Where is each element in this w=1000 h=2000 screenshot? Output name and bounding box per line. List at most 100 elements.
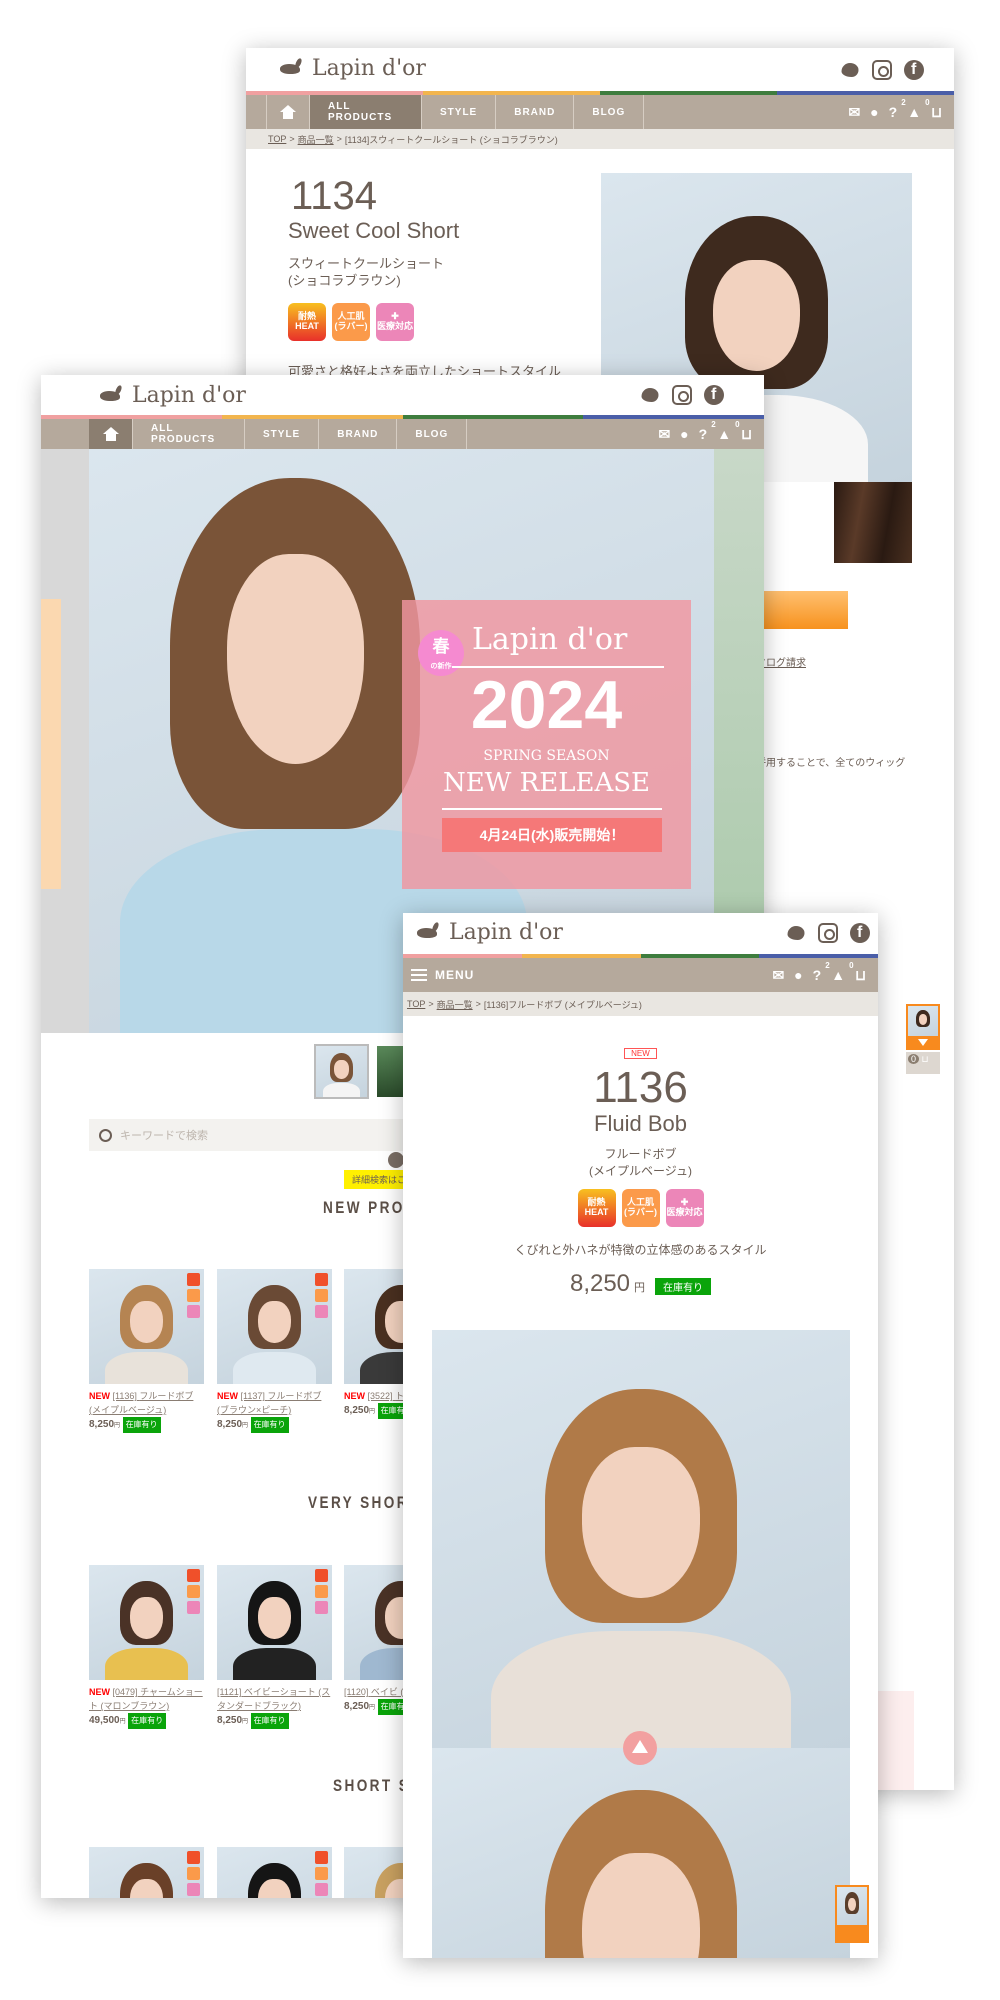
heat-badge-icon — [315, 1851, 328, 1864]
nav-all-products[interactable]: ALL PRODUCTS — [133, 419, 245, 449]
new-label: NEW — [344, 1391, 365, 1401]
search-icon — [99, 1128, 112, 1142]
brand-logo[interactable]: Lapin d'or — [96, 383, 246, 408]
spring-release-box: 春の新作 Lapin d'or 2024 SPRING SEASON NEW R… — [402, 600, 691, 889]
twitter-icon[interactable] — [841, 63, 859, 77]
banner-release-date: 4月24日(水)販売開始！ — [442, 818, 662, 852]
nav-blog[interactable]: BLOG — [574, 95, 645, 129]
user-icon[interactable]: ● — [680, 426, 688, 442]
nav-home[interactable] — [266, 95, 310, 129]
breadcrumb-current: [1134]スウィートクールショート (ショコラブラウン) — [344, 134, 558, 145]
product-body-text: を併用することで、全てのウィッグ — [746, 758, 906, 769]
breadcrumb-top[interactable]: TOP — [268, 134, 286, 144]
arrow-up-icon — [632, 1740, 648, 1753]
product-card[interactable]: [1121] ベイビーショート (スタンダードブラック) 8,250円 在庫有り — [217, 1565, 332, 1729]
help-icon[interactable]: ? — [889, 104, 898, 120]
contact-icon[interactable]: ✉ — [658, 426, 670, 443]
product-second-image[interactable] — [432, 1748, 850, 1958]
bell-icon[interactable]: 2 ▲ — [901, 98, 921, 120]
price-unit: 円 — [242, 1719, 249, 1725]
product-color-jp: (ショコラブラウン) — [288, 273, 401, 288]
product-thumb-hair-texture[interactable] — [834, 482, 912, 563]
new-label: NEW — [217, 1391, 238, 1401]
product-image[interactable] — [217, 1269, 332, 1384]
breadcrumb-top[interactable]: TOP — [407, 999, 425, 1009]
advanced-search-toggle[interactable] — [388, 1152, 404, 1168]
banner-season: SPRING SEASON — [483, 748, 610, 764]
medical-badge-icon — [187, 1883, 200, 1896]
new-label: NEW — [89, 1391, 110, 1401]
menu-button[interactable]: MENU — [403, 958, 492, 992]
hamburger-icon — [411, 969, 427, 981]
cart-icon[interactable]: 0 ⊔ — [735, 420, 752, 443]
product-image[interactable] — [89, 1269, 204, 1384]
skin-badge-icon — [315, 1289, 328, 1302]
twitter-icon[interactable] — [787, 926, 805, 940]
product-card[interactable] — [89, 1847, 204, 1898]
twitter-icon[interactable] — [641, 388, 659, 402]
product-page-1136: Lapin d'or MENU ✉ ● ? 2▲ 0⊔ TOP> 商品一覧> [… — [403, 913, 878, 1958]
contact-icon[interactable]: ✉ — [772, 967, 784, 984]
medical-badge-icon — [315, 1883, 328, 1896]
artificial-skin-badge: 人工肌 (ラバー) — [621, 1189, 660, 1227]
stock-badge: 在庫有り — [122, 1417, 161, 1433]
breadcrumb-current: [1136]フルードボブ (メイプルベージュ) — [483, 999, 642, 1010]
product-card[interactable]: NEW [1136] フルードボブ(メイプルベージュ) 8,250円 在庫有り — [89, 1269, 204, 1433]
breadcrumb-products[interactable]: 商品一覧 — [298, 133, 334, 146]
product-link[interactable]: [1121] ベイビーショート (スタンダードブラック) — [217, 1687, 330, 1711]
nav-blog[interactable]: BLOG — [397, 419, 468, 449]
scroll-to-top-button[interactable] — [623, 1731, 657, 1765]
contact-icon[interactable]: ✉ — [848, 104, 860, 121]
heat-badge-icon — [187, 1569, 200, 1582]
heat-resistant-badge: 耐熱 HEAT — [577, 1189, 616, 1227]
price-unit: 円 — [369, 1409, 376, 1415]
instagram-icon[interactable] — [672, 385, 692, 405]
nav-style[interactable]: STYLE — [245, 419, 320, 449]
product-card[interactable]: NEW [1137] フルードボブ(ブラウン×ピーチ) 8,250円 在庫有り — [217, 1269, 332, 1433]
cart-icon[interactable]: 0 ⊔ — [925, 98, 942, 121]
facebook-icon[interactable] — [904, 60, 924, 80]
facebook-icon[interactable] — [850, 923, 870, 943]
skin-badge-icon — [187, 1867, 200, 1880]
product-image[interactable] — [217, 1565, 332, 1680]
product-image[interactable] — [217, 1847, 332, 1898]
nav-brand[interactable]: BRAND — [496, 95, 575, 129]
user-icon[interactable]: ● — [870, 104, 878, 120]
skin-badge-icon — [315, 1867, 328, 1880]
nav-brand[interactable]: BRAND — [319, 419, 398, 449]
stock-badge: 在庫有り — [128, 1713, 167, 1729]
nav-home[interactable] — [89, 419, 133, 449]
new-label: NEW — [89, 1687, 110, 1697]
medical-badge-icon — [187, 1601, 200, 1614]
floating-cart[interactable]: 0 ⊔ — [906, 1052, 940, 1074]
brand-logo[interactable]: Lapin d'or — [413, 920, 563, 945]
product-image[interactable] — [89, 1847, 204, 1898]
bell-icon[interactable]: 2 ▲ — [711, 420, 731, 442]
medical-badge-icon — [315, 1305, 328, 1318]
user-icon[interactable]: ● — [794, 967, 802, 983]
home-icon — [280, 105, 296, 119]
instagram-icon[interactable] — [872, 60, 892, 80]
help-icon[interactable]: ? — [699, 426, 708, 442]
main-nav: ALL PRODUCTS STYLE BRAND BLOG ✉ ● ? 2 ▲ 0… — [41, 419, 764, 449]
skin-badge-icon — [187, 1289, 200, 1302]
banner-year: 2024 — [470, 667, 623, 743]
product-image[interactable] — [89, 1565, 204, 1680]
cart-icon[interactable]: 0 ⊔ — [849, 961, 866, 984]
bell-icon[interactable]: 2 ▲ — [825, 961, 845, 983]
instagram-icon[interactable] — [818, 923, 838, 943]
nav-style[interactable]: STYLE — [422, 95, 497, 129]
breadcrumb-products[interactable]: 商品一覧 — [437, 998, 473, 1011]
product-card[interactable]: NEW [0479] チャームショート (マロンブラウン) 49,500円 在庫… — [89, 1565, 204, 1729]
brand-logo[interactable]: Lapin d'or — [276, 56, 426, 81]
recently-viewed-widget[interactable] — [906, 1004, 940, 1050]
nav-all-products[interactable]: ALL PRODUCTS — [310, 95, 422, 129]
banner-thumb-1[interactable] — [314, 1044, 369, 1099]
help-icon[interactable]: ? — [813, 967, 822, 983]
facebook-icon[interactable] — [704, 385, 724, 405]
notif-count: 2 — [901, 98, 906, 107]
product-card[interactable] — [217, 1847, 332, 1898]
heat-badge-icon — [315, 1273, 328, 1286]
recent-item-widget[interactable] — [835, 1885, 869, 1943]
product-main-image[interactable] — [432, 1330, 850, 1748]
